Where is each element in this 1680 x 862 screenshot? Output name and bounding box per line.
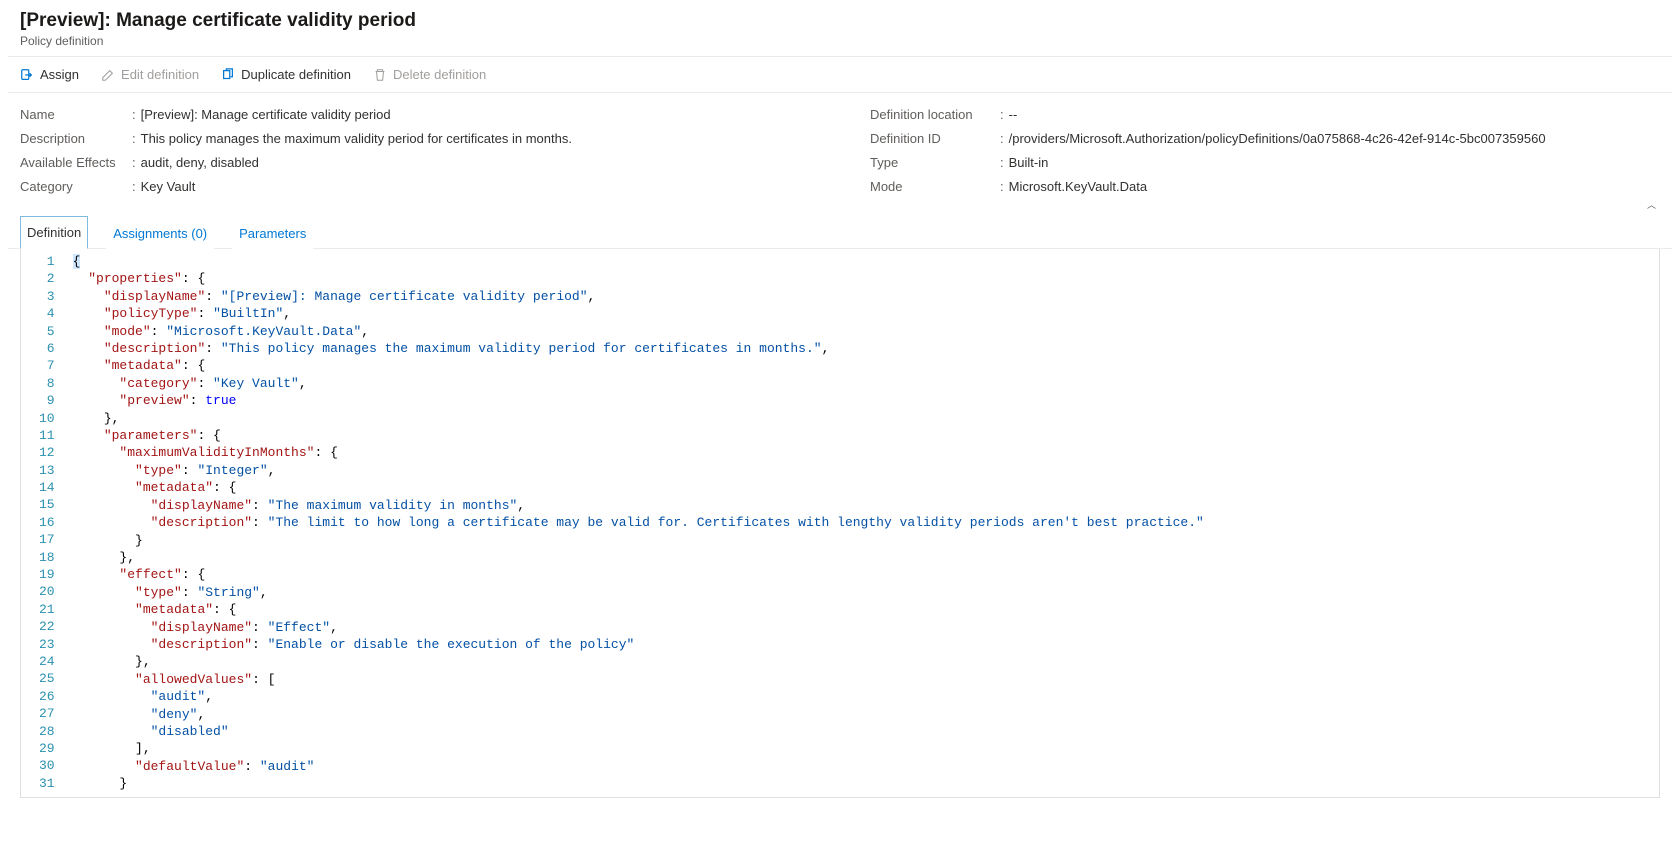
page-title: [Preview]: Manage certificate validity p… bbox=[20, 10, 1660, 32]
tab-definition[interactable]: Definition bbox=[20, 216, 88, 249]
name-label: Name bbox=[20, 107, 132, 122]
trash-icon bbox=[373, 68, 387, 82]
edit-definition-button: Edit definition bbox=[101, 67, 199, 82]
type-label: Type bbox=[870, 155, 1000, 170]
effects-value: audit, deny, disabled bbox=[141, 155, 259, 170]
duplicate-definition-button[interactable]: Duplicate definition bbox=[221, 67, 351, 82]
type-value: Built-in bbox=[1009, 155, 1049, 170]
command-bar: Assign Edit definition Duplicate definit… bbox=[8, 57, 1672, 93]
name-value: [Preview]: Manage certificate validity p… bbox=[141, 107, 391, 122]
definition-id-value: /providers/Microsoft.Authorization/polic… bbox=[1009, 131, 1546, 146]
edit-label: Edit definition bbox=[121, 67, 199, 82]
essentials-panel: Name:[Preview]: Manage certificate valid… bbox=[8, 93, 1672, 215]
category-value: Key Vault bbox=[141, 179, 196, 194]
duplicate-label: Duplicate definition bbox=[241, 67, 351, 82]
description-value: This policy manages the maximum validity… bbox=[141, 131, 572, 146]
code-body[interactable]: { "properties": { "displayName": "[Previ… bbox=[73, 249, 1659, 797]
assign-button[interactable]: Assign bbox=[20, 67, 79, 82]
copy-icon bbox=[221, 68, 235, 82]
assign-icon bbox=[20, 68, 34, 82]
definition-location-label: Definition location bbox=[870, 107, 1000, 122]
tab-parameters[interactable]: Parameters bbox=[232, 217, 313, 249]
effects-label: Available Effects bbox=[20, 155, 132, 170]
json-editor[interactable]: 1234567891011121314151617181920212223242… bbox=[20, 249, 1660, 798]
mode-value: Microsoft.KeyVault.Data bbox=[1009, 179, 1147, 194]
definition-id-label: Definition ID bbox=[870, 131, 1000, 146]
assign-label: Assign bbox=[40, 67, 79, 82]
page-subtitle: Policy definition bbox=[20, 34, 1660, 48]
pencil-icon bbox=[101, 68, 115, 82]
tab-bar: Definition Assignments (0) Parameters bbox=[8, 215, 1672, 249]
tab-assignments[interactable]: Assignments (0) bbox=[106, 217, 214, 249]
line-gutter: 1234567891011121314151617181920212223242… bbox=[21, 249, 73, 797]
delete-label: Delete definition bbox=[393, 67, 486, 82]
page-header: [Preview]: Manage certificate validity p… bbox=[8, 0, 1672, 57]
definition-location-value: -- bbox=[1009, 107, 1018, 122]
delete-definition-button: Delete definition bbox=[373, 67, 486, 82]
description-label: Description bbox=[20, 131, 132, 146]
collapse-essentials-button[interactable]: ︿ bbox=[1647, 198, 1654, 211]
mode-label: Mode bbox=[870, 179, 1000, 194]
category-label: Category bbox=[20, 179, 132, 194]
